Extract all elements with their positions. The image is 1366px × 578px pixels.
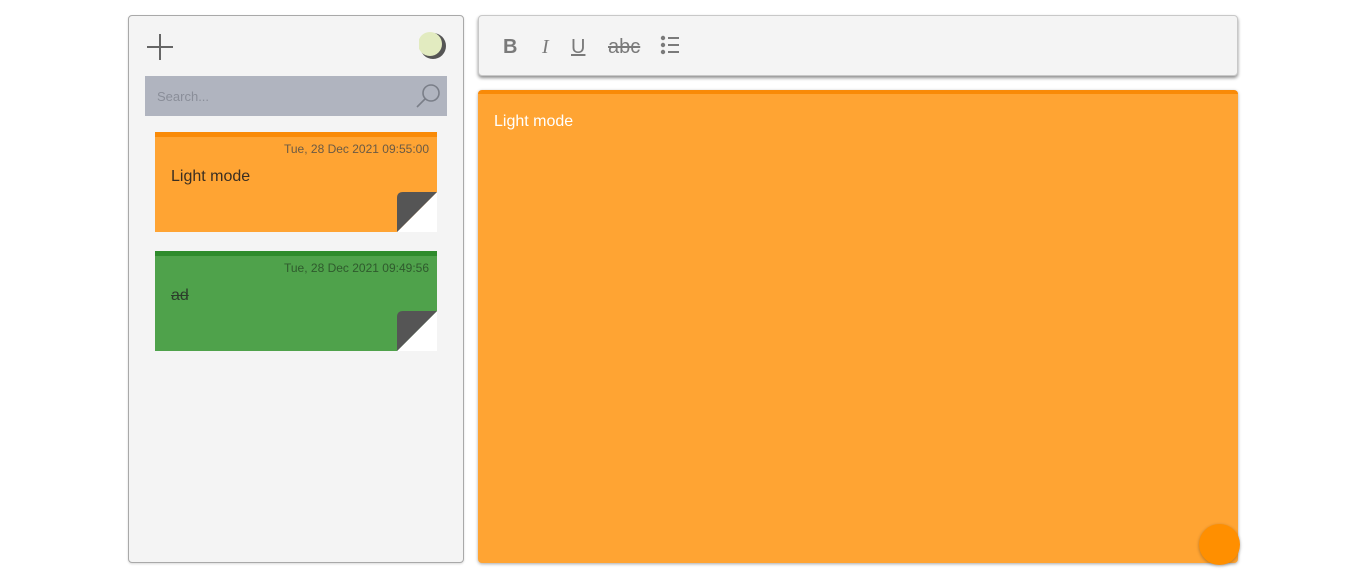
note-editor[interactable]: Light mode [478,90,1238,563]
search-input[interactable] [145,76,407,116]
page-fold-icon [397,192,437,232]
note-title: ad [171,287,189,304]
formatting-toolbar: B I U abc [478,15,1238,76]
italic-button[interactable]: I [542,34,549,60]
plus-icon [147,34,173,60]
bulleted-list-icon [660,35,679,55]
search-button[interactable] [415,83,441,109]
search-bar [145,76,447,116]
moon-icon [418,32,446,59]
note-title: Light mode [171,168,251,185]
note-card[interactable]: Tue, 28 Dec 2021 09:49:56 ad [155,251,437,351]
theme-toggle-button[interactable] [418,32,447,60]
page-fold-icon [397,311,437,351]
note-date: Tue, 28 Dec 2021 09:49:56 [284,261,429,275]
bold-button[interactable]: B [503,34,517,60]
editor-content[interactable]: Light mode [494,113,573,131]
note-date: Tue, 28 Dec 2021 09:55:00 [284,142,429,156]
search-icon [416,84,440,108]
underline-button[interactable]: U [571,34,585,60]
color-picker-button[interactable] [1199,524,1240,565]
note-card[interactable]: Tue, 28 Dec 2021 09:55:00 Light mode [155,132,437,232]
strikethrough-button[interactable]: abc [608,34,640,60]
add-note-button[interactable] [145,32,175,62]
bulleted-list-button[interactable] [660,35,682,61]
notes-sidebar: Tue, 28 Dec 2021 09:55:00 Light mode Tue… [128,15,464,563]
